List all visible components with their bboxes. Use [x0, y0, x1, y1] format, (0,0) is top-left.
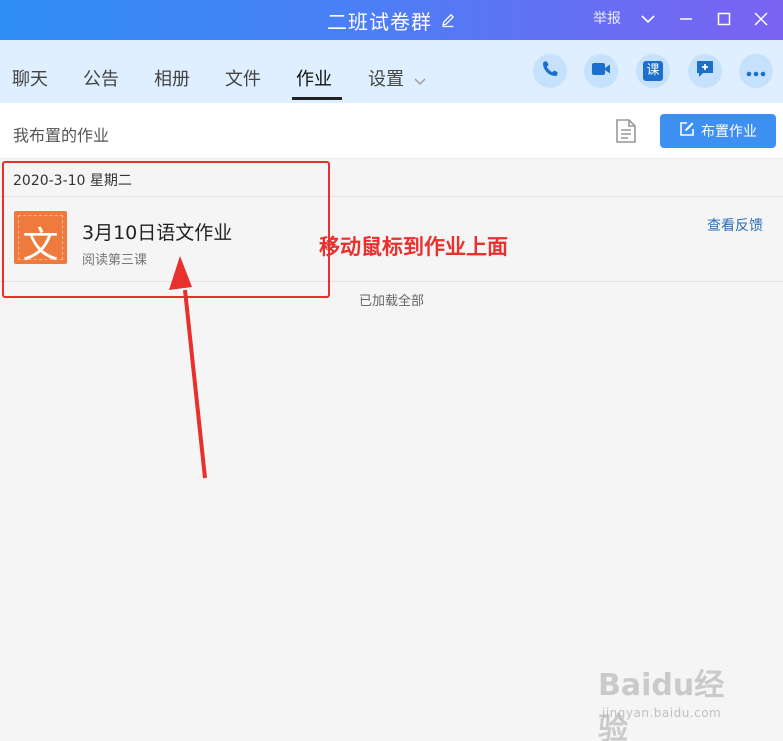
- annotation-arrow: [169, 256, 207, 479]
- baidu-watermark: Baidu经验 jingyan.baidu.com: [598, 660, 748, 741]
- watermark-url: jingyan.baidu.com: [602, 706, 722, 720]
- watermark-logo: Baidu经验: [598, 668, 725, 741]
